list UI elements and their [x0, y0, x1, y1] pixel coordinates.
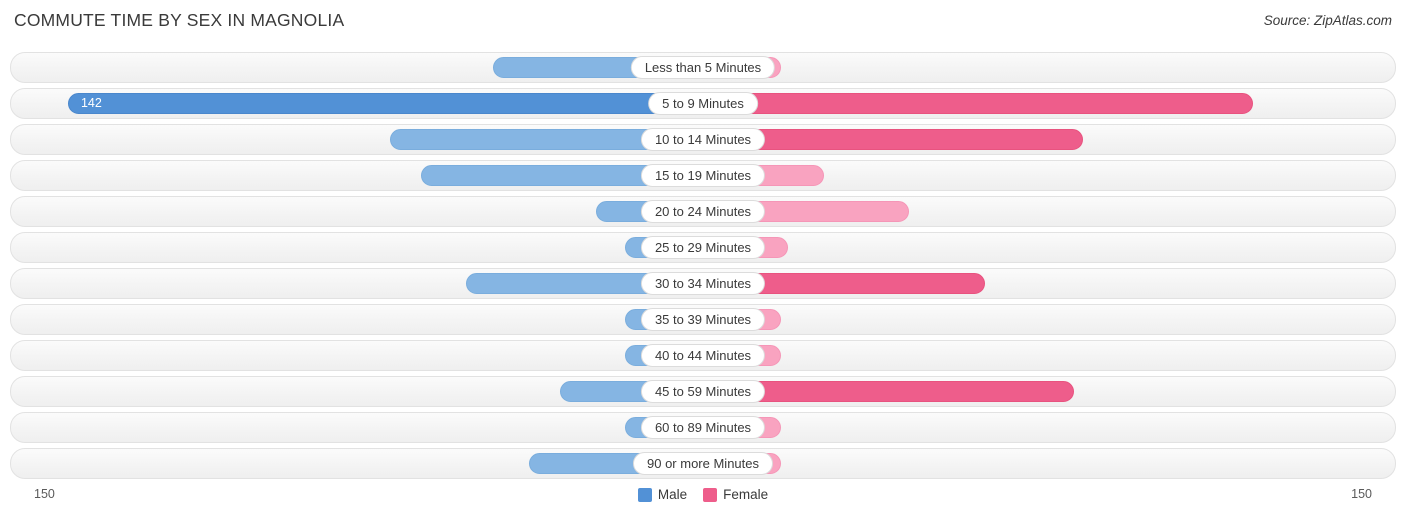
bar-row: 476Less than 5 Minutes	[10, 52, 1396, 83]
bar-track: 244620 to 24 Minutes	[33, 197, 1373, 226]
category-label: 60 to 89 Minutes	[640, 416, 766, 439]
bar-track: 328345 to 59 Minutes	[33, 377, 1373, 406]
category-label: 90 or more Minutes	[633, 452, 773, 475]
category-label: 5 to 9 Minutes	[648, 92, 758, 115]
value-male: 142	[80, 96, 102, 110]
bar-row: 9040 to 44 Minutes	[10, 340, 1396, 371]
category-label: 15 to 19 Minutes	[640, 164, 766, 187]
legend-label-female: Female	[723, 487, 769, 502]
bar-row: 632715 to 19 Minutes	[10, 160, 1396, 191]
bar-row: 1421235 to 9 Minutes	[10, 88, 1396, 119]
bar-track: 632715 to 19 Minutes	[33, 161, 1373, 190]
bar-track: 536330 to 34 Minutes	[33, 269, 1373, 298]
bar-row: 328345 to 59 Minutes	[10, 376, 1396, 407]
bar-track: 708510 to 14 Minutes	[33, 125, 1373, 154]
bar-track: 9040 to 44 Minutes	[33, 341, 1373, 370]
bar-female	[703, 93, 1254, 114]
bar-rows: 476Less than 5 Minutes 1421235 to 9 Minut…	[10, 52, 1396, 484]
bar-row: 244620 to 24 Minutes	[10, 196, 1396, 227]
category-label: 40 to 44 Minutes	[640, 344, 766, 367]
legend-item-male[interactable]: Male	[637, 487, 688, 502]
legend-label-male: Male	[657, 487, 688, 502]
category-label: 35 to 39 Minutes	[640, 308, 766, 331]
bar-track: 1421235 to 9 Minutes	[33, 89, 1373, 118]
source-label: Source: ZipAtlas.com	[1263, 13, 1392, 28]
category-label: 25 to 29 Minutes	[640, 236, 766, 259]
legend-swatch-female	[703, 487, 718, 502]
bar-track: 476Less than 5 Minutes	[33, 53, 1373, 82]
bar-row: 39090 or more Minutes	[10, 448, 1396, 479]
bar-track: 0060 to 89 Minutes	[33, 413, 1373, 442]
category-label: 10 to 14 Minutes	[640, 128, 766, 151]
chart-container: COMMUTE TIME BY SEX IN MAGNOLIA Source: …	[0, 0, 1406, 523]
bar-track: 39090 or more Minutes	[33, 449, 1373, 478]
bar-track: 0035 to 39 Minutes	[33, 305, 1373, 334]
legend-swatch-male	[637, 487, 652, 502]
bar-row: 708510 to 14 Minutes	[10, 124, 1396, 155]
bar-row: 0060 to 89 Minutes	[10, 412, 1396, 443]
bar-row: 536330 to 34 Minutes	[10, 268, 1396, 299]
bar-track: 41925 to 29 Minutes	[33, 233, 1373, 262]
legend: Male Female	[0, 487, 1406, 502]
category-label: Less than 5 Minutes	[630, 56, 776, 79]
legend-item-female[interactable]: Female	[703, 487, 768, 502]
category-label: 45 to 59 Minutes	[640, 380, 766, 403]
bar-row: 0035 to 39 Minutes	[10, 304, 1396, 335]
bar-row: 41925 to 29 Minutes	[10, 232, 1396, 263]
bar-male	[67, 93, 703, 114]
category-label: 30 to 34 Minutes	[640, 272, 766, 295]
category-label: 20 to 24 Minutes	[640, 200, 766, 223]
page-title: COMMUTE TIME BY SEX IN MAGNOLIA	[14, 10, 345, 30]
